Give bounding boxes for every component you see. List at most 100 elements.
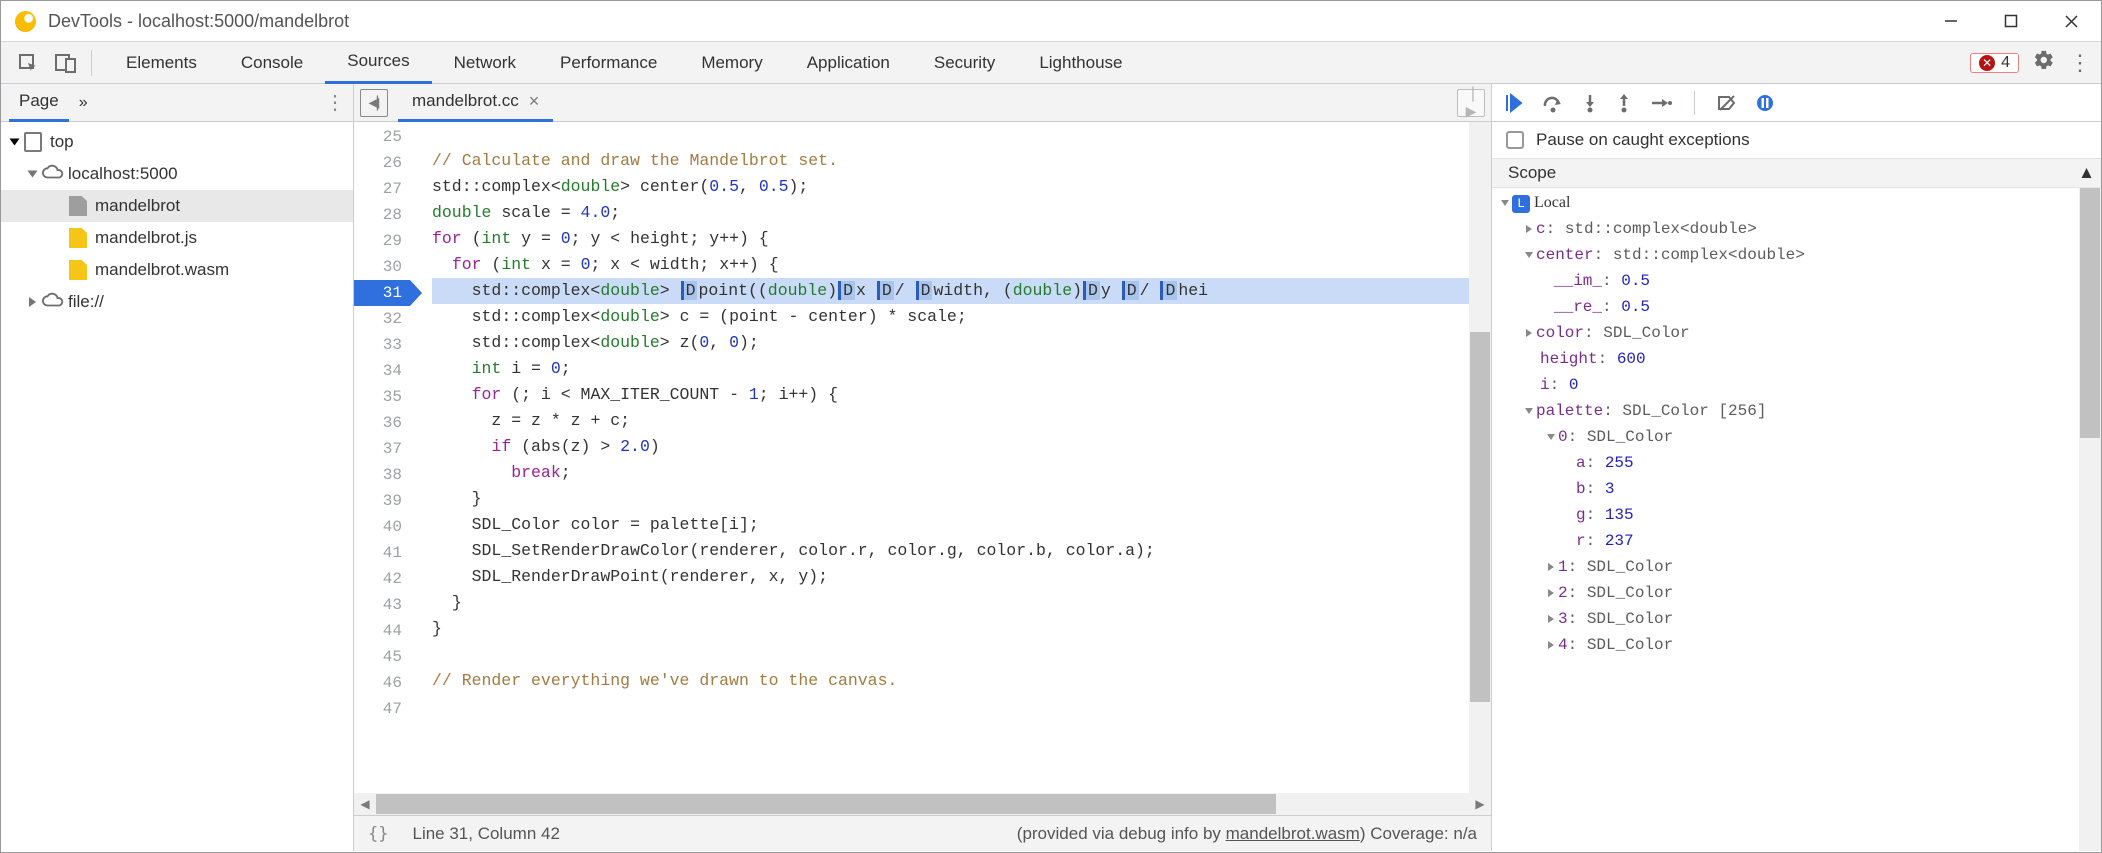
scope-var-re[interactable]: __re_: 0.5: [1492, 294, 2101, 320]
tab-console[interactable]: Console: [219, 42, 325, 84]
pretty-print-icon[interactable]: {}: [368, 824, 388, 844]
scope-scrollbar[interactable]: [2079, 188, 2101, 851]
tree-label: file://: [68, 292, 104, 312]
step-button[interactable]: [1650, 95, 1672, 111]
cloud-icon: [42, 292, 60, 312]
scope-var-g[interactable]: g: 135: [1492, 502, 2101, 528]
error-icon: ✕: [1979, 55, 1995, 71]
scope-var-r[interactable]: r: 237: [1492, 528, 2101, 554]
scope-local-label: Local: [1534, 194, 1570, 211]
scope-var-i[interactable]: i: 0: [1492, 372, 2101, 398]
close-button[interactable]: [2041, 1, 2101, 42]
scroll-up-icon[interactable]: ▲: [2078, 163, 2095, 183]
script-icon: [69, 260, 87, 280]
tree-label: localhost:5000: [68, 164, 178, 184]
debug-info-source: (provided via debug info by mandelbrot.w…: [1017, 824, 1477, 844]
tree-label: top: [50, 132, 74, 152]
editor-status-bar: {} Line 31, Column 42 (provided via debu…: [354, 815, 1491, 851]
local-badge-icon: L: [1512, 195, 1530, 213]
tab-elements[interactable]: Elements: [104, 42, 219, 84]
file-tree: top localhost:5000 mandelbrot mandelbrot…: [1, 122, 353, 851]
file-tab-label: mandelbrot.cc: [412, 91, 519, 111]
scope-section-header[interactable]: Scope ▲: [1492, 158, 2101, 188]
pause-caught-label: Pause on caught exceptions: [1536, 130, 1750, 150]
settings-icon[interactable]: [2033, 49, 2055, 76]
expand-icon: [29, 297, 36, 307]
script-icon: [69, 228, 87, 248]
tab-application[interactable]: Application: [785, 42, 912, 84]
step-out-button[interactable]: [1616, 93, 1632, 113]
tree-item-mandelbrot-wasm[interactable]: mandelbrot.wasm: [1, 254, 353, 286]
code-content[interactable]: // Calculate and draw the Mandelbrot set…: [410, 122, 1491, 793]
pause-on-caught-row[interactable]: Pause on caught exceptions: [1492, 122, 2101, 158]
execution-line-marker: 31: [354, 280, 410, 306]
tab-performance[interactable]: Performance: [538, 42, 679, 84]
tree-item-top[interactable]: top: [1, 126, 353, 158]
history-back-icon[interactable]: ◀|: [360, 89, 388, 117]
pause-exceptions-button[interactable]: [1755, 93, 1775, 113]
resume-button[interactable]: [1504, 93, 1524, 113]
scope-var-palette-0[interactable]: 0: SDL_Color: [1492, 424, 2101, 450]
tab-sources[interactable]: Sources: [325, 42, 431, 84]
pause-caught-checkbox[interactable]: [1506, 131, 1524, 149]
scope-header-label: Scope: [1508, 163, 1556, 183]
maximize-button[interactable]: [1981, 1, 2041, 42]
close-tab-icon[interactable]: ×: [529, 91, 540, 112]
scope-var-palette-2[interactable]: 2: SDL_Color: [1492, 580, 2101, 606]
file-tab-mandelbrot-cc[interactable]: mandelbrot.cc ×: [398, 84, 553, 122]
scope-var-palette-4[interactable]: 4: SDL_Color: [1492, 632, 2101, 658]
scope-tree[interactable]: LLocal c: std::complex<double> center: s…: [1492, 188, 2101, 851]
horizontal-scrollbar[interactable]: ◀ ▶: [354, 793, 1491, 815]
tab-network[interactable]: Network: [432, 42, 538, 84]
tab-lighthouse[interactable]: Lighthouse: [1017, 42, 1144, 84]
scope-var-im[interactable]: __im_: 0.5: [1492, 268, 2101, 294]
tree-item-mandelbrot[interactable]: mandelbrot: [1, 190, 353, 222]
cursor-position: Line 31, Column 42: [412, 824, 559, 844]
editor-panel: ◀| mandelbrot.cc × |▶ 25 26 27 28 29 30 3…: [354, 84, 1491, 851]
navigator-tab-page[interactable]: Page: [9, 84, 69, 122]
scroll-left-icon[interactable]: ◀: [354, 793, 376, 815]
scope-var-a[interactable]: a: 255: [1492, 450, 2101, 476]
error-counter[interactable]: ✕4: [1970, 53, 2019, 73]
navigator-tab-overflow[interactable]: »: [79, 94, 88, 112]
scope-var-palette-3[interactable]: 3: SDL_Color: [1492, 606, 2101, 632]
panel-tabs: Elements Console Sources Network Perform…: [104, 42, 1145, 84]
navigator-more-icon[interactable]: ⋮: [325, 90, 345, 115]
step-into-button[interactable]: [1582, 93, 1598, 113]
scope-var-palette-1[interactable]: 1: SDL_Color: [1492, 554, 2101, 580]
line-number-gutter[interactable]: 25 26 27 28 29 30 31 32 33 34 35 36 37 3…: [354, 122, 410, 793]
kebab-menu-icon[interactable]: ⋮: [2069, 50, 2091, 76]
tree-item-file[interactable]: file://: [1, 286, 353, 318]
window-title: DevTools - localhost:5000/mandelbrot: [48, 11, 349, 32]
minimize-button[interactable]: [1921, 1, 1981, 42]
scope-var-c[interactable]: c: std::complex<double>: [1492, 216, 2101, 242]
inspect-element-icon[interactable]: [9, 42, 47, 84]
devtools-toolbar: Elements Console Sources Network Perform…: [1, 42, 2101, 84]
device-toolbar-icon[interactable]: [47, 42, 85, 84]
tree-item-host[interactable]: localhost:5000: [1, 158, 353, 190]
deactivate-breakpoints-button[interactable]: [1717, 93, 1737, 113]
scope-var-height[interactable]: height: 600: [1492, 346, 2101, 372]
scope-var-center[interactable]: center: std::complex<double>: [1492, 242, 2101, 268]
expand-icon: [28, 171, 38, 178]
history-forward-icon[interactable]: |▶: [1457, 89, 1485, 117]
tree-label: mandelbrot: [95, 196, 180, 216]
debugger-panel: Pause on caught exceptions Scope ▲ LLoca…: [1491, 84, 2101, 851]
scope-var-color[interactable]: color: SDL_Color: [1492, 320, 2101, 346]
debug-info-link[interactable]: mandelbrot.wasm: [1226, 824, 1360, 843]
separator: [91, 50, 92, 76]
scroll-right-icon[interactable]: ▶: [1469, 793, 1491, 815]
scope-var-palette[interactable]: palette: SDL_Color [256]: [1492, 398, 2101, 424]
debugger-toolbar: [1492, 84, 2101, 122]
window-icon: [24, 132, 42, 152]
vertical-scrollbar[interactable]: [1469, 122, 1491, 793]
scope-var-b[interactable]: b: 3: [1492, 476, 2101, 502]
tree-item-mandelbrot-js[interactable]: mandelbrot.js: [1, 222, 353, 254]
code-editor[interactable]: 25 26 27 28 29 30 31 32 33 34 35 36 37 3…: [354, 122, 1491, 793]
tab-memory[interactable]: Memory: [679, 42, 784, 84]
navigator-panel: Page » ⋮ top localhost:5000 mandelbrot m…: [1, 84, 354, 851]
tab-security[interactable]: Security: [912, 42, 1017, 84]
chrome-icon: [15, 11, 36, 32]
step-over-button[interactable]: [1542, 93, 1564, 113]
tree-label: mandelbrot.js: [95, 228, 197, 248]
